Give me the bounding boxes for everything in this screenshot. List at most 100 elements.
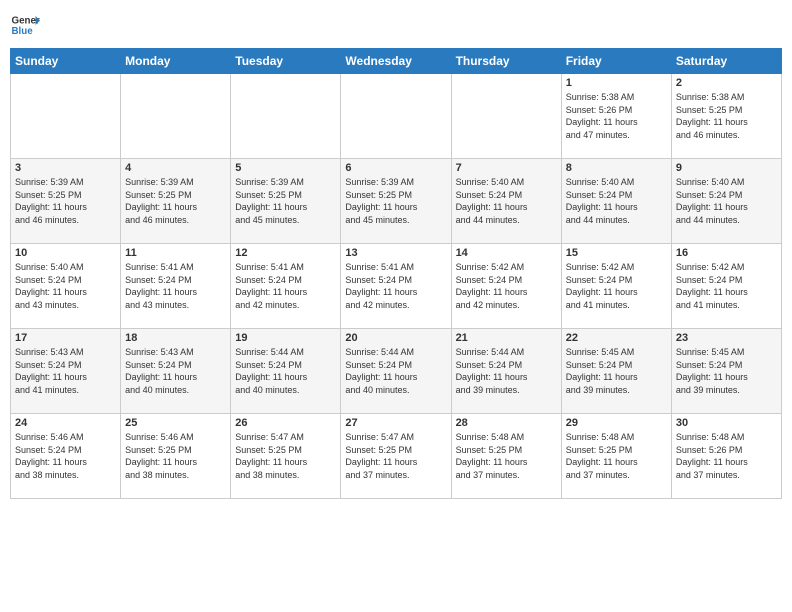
cell-info: Daylight: 11 hours — [676, 371, 777, 384]
calendar-cell: 12Sunrise: 5:41 AMSunset: 5:24 PMDayligh… — [231, 244, 341, 329]
calendar-body: 1Sunrise: 5:38 AMSunset: 5:26 PMDaylight… — [11, 74, 782, 499]
day-header: Thursday — [451, 49, 561, 74]
cell-info: Sunrise: 5:47 AM — [235, 431, 336, 444]
day-number: 29 — [566, 417, 667, 429]
cell-info: Sunset: 5:24 PM — [235, 359, 336, 372]
cell-info: and 40 minutes. — [235, 384, 336, 397]
cell-info: Daylight: 11 hours — [345, 371, 446, 384]
cell-info: Daylight: 11 hours — [456, 201, 557, 214]
day-number: 5 — [235, 162, 336, 174]
cell-info: Sunrise: 5:45 AM — [676, 346, 777, 359]
cell-info: Sunset: 5:24 PM — [566, 189, 667, 202]
cell-info: Sunset: 5:24 PM — [456, 359, 557, 372]
cell-info: Daylight: 11 hours — [456, 456, 557, 469]
cell-info: and 38 minutes. — [15, 469, 116, 482]
calendar-cell: 21Sunrise: 5:44 AMSunset: 5:24 PMDayligh… — [451, 329, 561, 414]
cell-info: Daylight: 11 hours — [125, 286, 226, 299]
calendar-header-row: SundayMondayTuesdayWednesdayThursdayFrid… — [11, 49, 782, 74]
cell-info: and 47 minutes. — [566, 129, 667, 142]
logo-icon: General Blue — [10, 10, 40, 40]
calendar-cell: 18Sunrise: 5:43 AMSunset: 5:24 PMDayligh… — [121, 329, 231, 414]
calendar-cell: 20Sunrise: 5:44 AMSunset: 5:24 PMDayligh… — [341, 329, 451, 414]
calendar-cell: 5Sunrise: 5:39 AMSunset: 5:25 PMDaylight… — [231, 159, 341, 244]
cell-info: Daylight: 11 hours — [125, 201, 226, 214]
cell-info: Sunrise: 5:40 AM — [15, 261, 116, 274]
cell-info: and 40 minutes. — [345, 384, 446, 397]
cell-info: Sunrise: 5:40 AM — [676, 176, 777, 189]
calendar-cell: 25Sunrise: 5:46 AMSunset: 5:25 PMDayligh… — [121, 414, 231, 499]
calendar-cell: 24Sunrise: 5:46 AMSunset: 5:24 PMDayligh… — [11, 414, 121, 499]
calendar-cell: 13Sunrise: 5:41 AMSunset: 5:24 PMDayligh… — [341, 244, 451, 329]
cell-info: Sunrise: 5:38 AM — [676, 91, 777, 104]
cell-info: Sunrise: 5:48 AM — [566, 431, 667, 444]
cell-info: Sunset: 5:26 PM — [566, 104, 667, 117]
cell-info: Daylight: 11 hours — [235, 286, 336, 299]
cell-info: Sunset: 5:24 PM — [15, 274, 116, 287]
cell-info: and 39 minutes. — [676, 384, 777, 397]
day-number: 9 — [676, 162, 777, 174]
day-number: 24 — [15, 417, 116, 429]
calendar-table: SundayMondayTuesdayWednesdayThursdayFrid… — [10, 48, 782, 499]
cell-info: and 37 minutes. — [345, 469, 446, 482]
cell-info: and 42 minutes. — [456, 299, 557, 312]
cell-info: Daylight: 11 hours — [676, 201, 777, 214]
cell-info: and 38 minutes. — [125, 469, 226, 482]
cell-info: Daylight: 11 hours — [235, 456, 336, 469]
cell-info: Sunset: 5:25 PM — [456, 444, 557, 457]
cell-info: and 46 minutes. — [15, 214, 116, 227]
cell-info: Sunset: 5:24 PM — [566, 274, 667, 287]
calendar-week-row: 3Sunrise: 5:39 AMSunset: 5:25 PMDaylight… — [11, 159, 782, 244]
cell-info: Sunset: 5:24 PM — [676, 274, 777, 287]
cell-info: Daylight: 11 hours — [566, 286, 667, 299]
day-number: 13 — [345, 247, 446, 259]
cell-info: Sunset: 5:25 PM — [345, 189, 446, 202]
cell-info: and 46 minutes. — [125, 214, 226, 227]
day-number: 23 — [676, 332, 777, 344]
calendar-cell: 11Sunrise: 5:41 AMSunset: 5:24 PMDayligh… — [121, 244, 231, 329]
cell-info: and 46 minutes. — [676, 129, 777, 142]
calendar-week-row: 10Sunrise: 5:40 AMSunset: 5:24 PMDayligh… — [11, 244, 782, 329]
cell-info: Daylight: 11 hours — [235, 201, 336, 214]
cell-info: Daylight: 11 hours — [125, 371, 226, 384]
cell-info: Sunset: 5:25 PM — [235, 444, 336, 457]
calendar-cell: 19Sunrise: 5:44 AMSunset: 5:24 PMDayligh… — [231, 329, 341, 414]
day-number: 16 — [676, 247, 777, 259]
calendar-cell — [11, 74, 121, 159]
day-number: 3 — [15, 162, 116, 174]
cell-info: and 38 minutes. — [235, 469, 336, 482]
cell-info: Sunrise: 5:46 AM — [125, 431, 226, 444]
cell-info: Sunset: 5:25 PM — [15, 189, 116, 202]
cell-info: Daylight: 11 hours — [676, 116, 777, 129]
cell-info: Sunrise: 5:39 AM — [15, 176, 116, 189]
cell-info: and 44 minutes. — [566, 214, 667, 227]
cell-info: Sunrise: 5:48 AM — [456, 431, 557, 444]
cell-info: and 43 minutes. — [15, 299, 116, 312]
day-number: 19 — [235, 332, 336, 344]
day-number: 14 — [456, 247, 557, 259]
cell-info: Sunrise: 5:44 AM — [456, 346, 557, 359]
day-number: 15 — [566, 247, 667, 259]
day-number: 30 — [676, 417, 777, 429]
cell-info: Sunrise: 5:43 AM — [125, 346, 226, 359]
day-header: Tuesday — [231, 49, 341, 74]
day-number: 27 — [345, 417, 446, 429]
cell-info: Sunset: 5:25 PM — [566, 444, 667, 457]
cell-info: and 40 minutes. — [125, 384, 226, 397]
cell-info: Sunset: 5:25 PM — [125, 189, 226, 202]
cell-info: and 42 minutes. — [345, 299, 446, 312]
day-number: 11 — [125, 247, 226, 259]
svg-text:Blue: Blue — [12, 26, 34, 37]
day-number: 25 — [125, 417, 226, 429]
calendar-cell: 9Sunrise: 5:40 AMSunset: 5:24 PMDaylight… — [671, 159, 781, 244]
day-number: 10 — [15, 247, 116, 259]
cell-info: and 39 minutes. — [456, 384, 557, 397]
cell-info: Sunrise: 5:40 AM — [566, 176, 667, 189]
cell-info: Sunrise: 5:47 AM — [345, 431, 446, 444]
cell-info: and 44 minutes. — [676, 214, 777, 227]
cell-info: Sunrise: 5:38 AM — [566, 91, 667, 104]
cell-info: Sunset: 5:25 PM — [125, 444, 226, 457]
cell-info: and 37 minutes. — [456, 469, 557, 482]
day-number: 8 — [566, 162, 667, 174]
cell-info: Sunset: 5:24 PM — [345, 359, 446, 372]
calendar-cell: 23Sunrise: 5:45 AMSunset: 5:24 PMDayligh… — [671, 329, 781, 414]
